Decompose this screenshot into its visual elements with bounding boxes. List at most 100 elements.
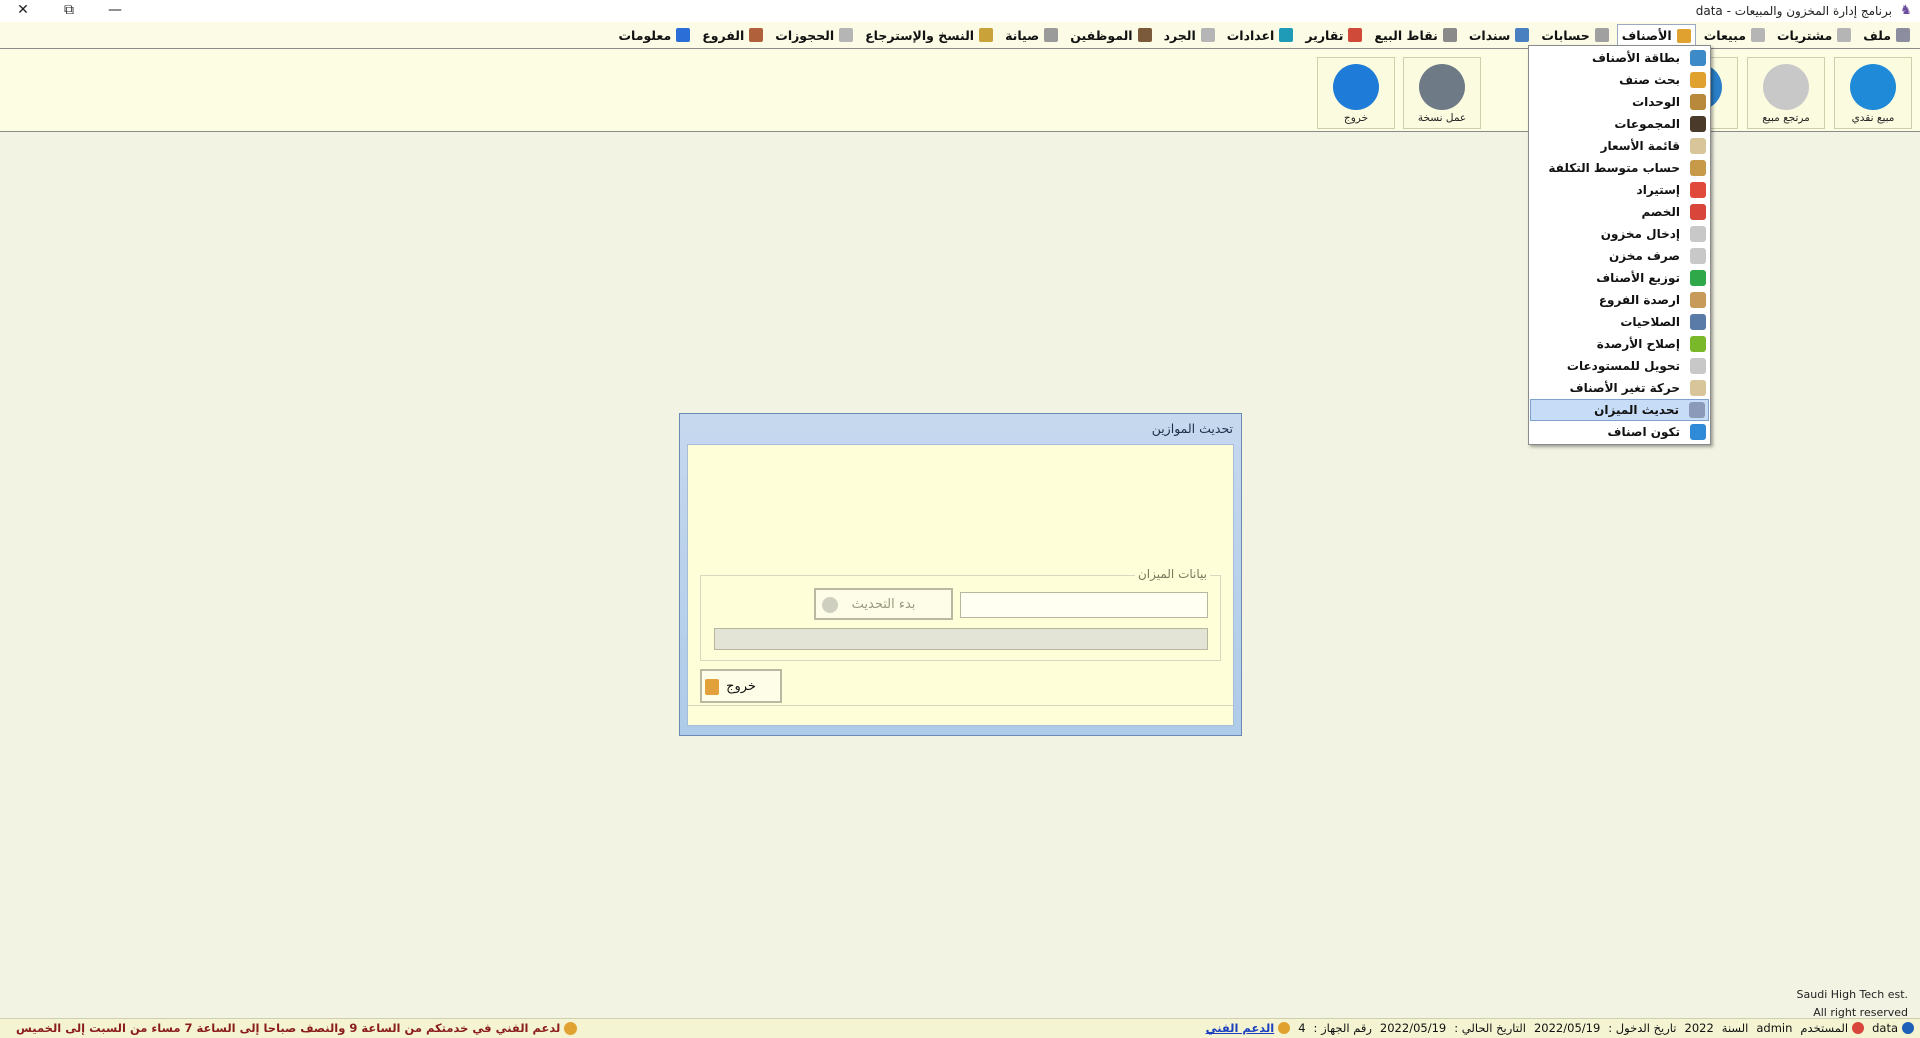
dialog-body: بيانات الميزان بدء التحديث خروج xyxy=(687,444,1234,726)
menu-item[interactable]: الأصناف xyxy=(1616,24,1696,46)
permissions-icon xyxy=(1690,314,1706,330)
cash-sale-icon xyxy=(1850,64,1896,110)
menu-item[interactable]: اعدادات xyxy=(1223,24,1298,46)
minimize-window-icon[interactable]: — xyxy=(92,0,138,22)
lock-icon xyxy=(1333,64,1379,110)
toolbar-button[interactable]: عمل نسخة xyxy=(1403,57,1481,129)
dropdown-item-label: إستيراد xyxy=(1636,183,1680,197)
session-info: data المستخدم admin السنة 2022 تاريخ الد… xyxy=(1198,1021,1914,1035)
branch-balances-icon xyxy=(1690,292,1706,308)
login-date-label: تاريخ الدخول : xyxy=(1608,1021,1677,1035)
menu-item-label: صيانة xyxy=(1005,27,1040,43)
menu-item[interactable]: معلومات xyxy=(614,24,694,46)
user-name: admin xyxy=(1756,1021,1793,1035)
dropdown-item[interactable]: صرف مخزن xyxy=(1530,245,1709,267)
dropdown-item[interactable]: حركة تغير الأصناف xyxy=(1530,377,1709,399)
dropdown-item[interactable]: إصلاح الأرصدة xyxy=(1530,333,1709,355)
menu-item[interactable]: مشتريات xyxy=(1773,24,1855,46)
menu-item[interactable]: الجرد xyxy=(1160,24,1219,46)
dropdown-item-label: المجموعات xyxy=(1614,117,1680,131)
menu-item-label: الجرد xyxy=(1163,27,1196,43)
dropdown-item-label: بحث صنف xyxy=(1619,73,1680,87)
menu-item-label: نقاط البيع xyxy=(1374,27,1438,43)
stock-out-icon xyxy=(1690,248,1706,264)
item-movement-icon xyxy=(1690,380,1706,396)
dropdown-item[interactable]: تحويل للمستودعات xyxy=(1530,355,1709,377)
dropdown-item[interactable]: الصلاحيات xyxy=(1530,311,1709,333)
pos-icon xyxy=(1442,28,1457,42)
dropdown-item-label: حساب متوسط التكلفة xyxy=(1548,161,1680,175)
transfer-warehouses-icon xyxy=(1690,358,1706,374)
toolbar-button-label: خروج xyxy=(1343,112,1369,124)
search-item-icon xyxy=(1690,72,1706,88)
menu-item-label: اعدادات xyxy=(1226,27,1275,43)
user-label: المستخدم xyxy=(1800,1021,1849,1035)
dropdown-item[interactable]: إدخال مخزون xyxy=(1530,223,1709,245)
dropdown-item[interactable]: المجموعات xyxy=(1530,113,1709,135)
update-scales-dialog: تحديث الموازين بيانات الميزان بدء التحدي… xyxy=(679,413,1242,736)
dropdown-item[interactable]: إستيراد xyxy=(1530,179,1709,201)
menu-item[interactable]: نقاط البيع xyxy=(1370,24,1460,46)
dropdown-item-label: الصلاحيات xyxy=(1620,315,1680,329)
menu-item[interactable]: الحجوزات xyxy=(771,24,857,46)
dropdown-item[interactable]: قائمة الأسعار xyxy=(1530,135,1709,157)
dropdown-item-label: تحديث الميزان xyxy=(1594,403,1679,417)
vouchers-icon xyxy=(1515,28,1530,42)
toolbar-button[interactable]: خروج xyxy=(1317,57,1395,129)
dropdown-item[interactable]: الوحدات xyxy=(1530,91,1709,113)
smiley-icon xyxy=(564,1021,578,1035)
menu-item[interactable]: الموظفين xyxy=(1066,24,1155,46)
menu-item-label: النسخ والإسترجاع xyxy=(865,27,975,43)
menu-item[interactable]: ملف xyxy=(1859,24,1914,46)
device-label: رقم الجهاز : xyxy=(1313,1021,1372,1035)
dropdown-item[interactable]: تحديث الميزان xyxy=(1530,399,1709,421)
dropdown-item[interactable]: الخصم xyxy=(1530,201,1709,223)
backup-restore-icon xyxy=(979,28,994,42)
dropdown-item-label: ارصدة الفروع xyxy=(1598,293,1680,307)
restore-window-icon[interactable]: ⧉ xyxy=(46,0,92,22)
menu-item[interactable]: تقارير xyxy=(1301,24,1366,46)
menu-item[interactable]: الفروع xyxy=(698,24,767,46)
dropdown-item[interactable]: بحث صنف xyxy=(1530,69,1709,91)
purchases-icon xyxy=(1837,28,1852,42)
file-menu-icon xyxy=(1896,28,1910,42)
items-dropdown-menu: بطاقة الأصناف بحث صنف الوحدات المجموعات قائم… xyxy=(1528,45,1711,445)
backup-icon xyxy=(1419,64,1465,110)
scale-data-field[interactable] xyxy=(960,592,1208,618)
dropdown-item[interactable]: توزيع الأصناف xyxy=(1530,267,1709,289)
menu-item[interactable]: سندات xyxy=(1465,24,1533,46)
dropdown-item-label: تكون اصناف xyxy=(1607,425,1680,439)
dropdown-item[interactable]: حساب متوسط التكلفة xyxy=(1530,157,1709,179)
toolbar-button[interactable]: مبيع نقدي xyxy=(1834,57,1912,129)
dropdown-item-label: الخصم xyxy=(1641,205,1680,219)
menu-item[interactable]: صيانة xyxy=(1001,24,1062,46)
status-bar: data المستخدم admin السنة 2022 تاريخ الد… xyxy=(0,1018,1920,1038)
menu-item[interactable]: مبيعات xyxy=(1700,24,1769,46)
menu-item-label: مشتريات xyxy=(1776,27,1833,43)
groups-icon xyxy=(1690,116,1706,132)
dropdown-item-label: صرف مخزن xyxy=(1609,249,1680,263)
dropdown-item[interactable]: ارصدة الفروع xyxy=(1530,289,1709,311)
user-icon xyxy=(1852,1022,1865,1034)
employees-icon xyxy=(1137,28,1152,42)
start-update-button[interactable]: بدء التحديث xyxy=(814,588,953,620)
dropdown-item[interactable]: تكون اصناف xyxy=(1530,421,1709,443)
support-link[interactable]: الدعم الفني xyxy=(1206,1021,1275,1035)
items-icon xyxy=(1676,28,1691,43)
menu-item[interactable]: النسخ والإسترجاع xyxy=(861,24,997,46)
year-value: 2022 xyxy=(1684,1021,1714,1035)
dropdown-item-label: تحويل للمستودعات xyxy=(1566,359,1680,373)
menu-item-label: ملف xyxy=(1863,27,1891,43)
import-icon xyxy=(1690,182,1706,198)
exit-door-icon xyxy=(705,679,719,695)
dropdown-item[interactable]: بطاقة الأصناف xyxy=(1530,47,1709,69)
menu-item[interactable]: حسابات xyxy=(1537,24,1612,46)
close-window-icon[interactable]: ✕ xyxy=(0,0,46,22)
fix-balances-icon xyxy=(1690,336,1706,352)
login-date-value: 2022/05/19 xyxy=(1533,1021,1601,1035)
toolbar-button[interactable]: مرتجع مبيع xyxy=(1747,57,1825,129)
dropdown-item-label: قائمة الأسعار xyxy=(1600,139,1680,153)
current-date-label: التاريخ الحالي : xyxy=(1454,1021,1526,1035)
units-icon xyxy=(1690,94,1706,110)
dialog-exit-button[interactable]: خروج xyxy=(700,669,782,703)
